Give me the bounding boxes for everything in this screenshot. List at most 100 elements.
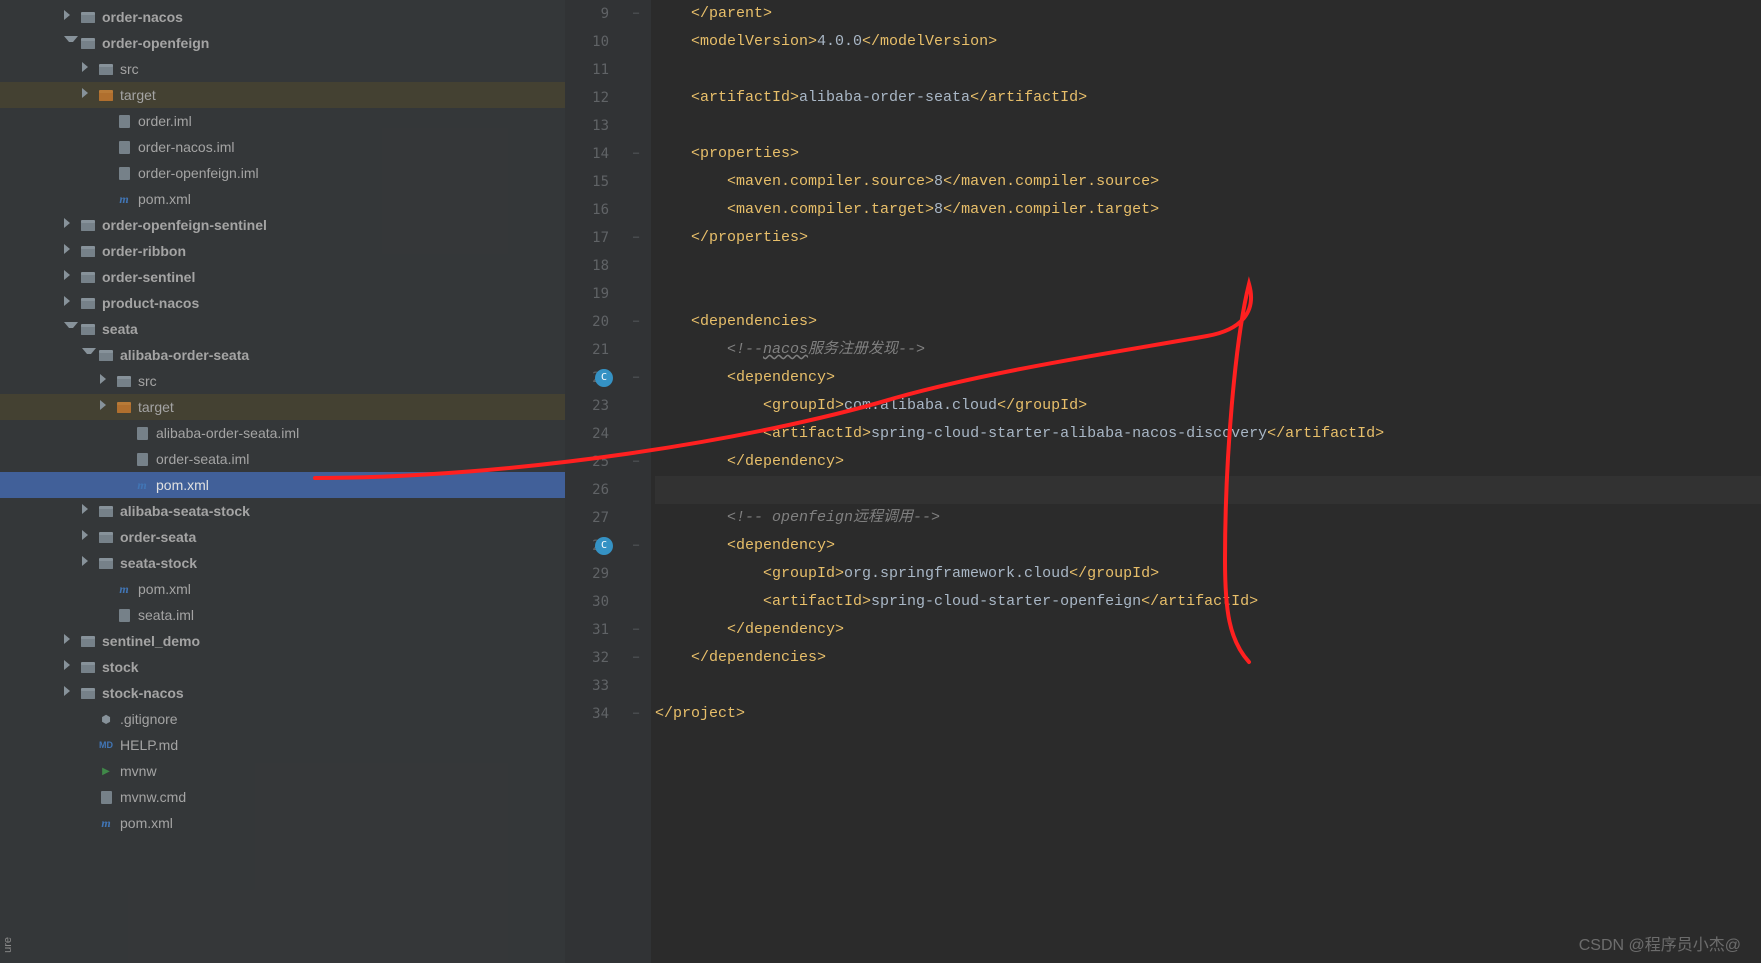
code-line[interactable]: </dependency> [655, 448, 1761, 476]
tree-item-label: seata.iml [138, 607, 194, 623]
tree-item-target[interactable]: target [0, 82, 565, 108]
chevron-right-icon[interactable] [64, 634, 78, 648]
fold-toggle-icon[interactable]: – [629, 231, 643, 245]
line-number: 24 [565, 420, 625, 448]
code-line[interactable] [655, 280, 1761, 308]
fold-toggle-icon[interactable]: – [629, 651, 643, 665]
fold-toggle-icon[interactable]: – [629, 623, 643, 637]
chevron-down-icon[interactable] [82, 348, 96, 362]
fold-toggle-icon[interactable]: – [629, 707, 643, 721]
tree-item-stock-nacos[interactable]: stock-nacos [0, 680, 565, 706]
code-line[interactable] [655, 112, 1761, 140]
code-line[interactable] [655, 56, 1761, 84]
chevron-right-icon[interactable] [100, 400, 114, 414]
code-line[interactable]: <dependency> [655, 364, 1761, 392]
tree-item-stock[interactable]: stock [0, 654, 565, 680]
script-icon [98, 763, 114, 779]
code-line[interactable]: <artifactId>spring-cloud-starter-alibaba… [655, 420, 1761, 448]
tree-item-label: mvnw.cmd [120, 789, 186, 805]
tree-item-src[interactable]: src [0, 368, 565, 394]
tree-item--gitignore[interactable]: .gitignore [0, 706, 565, 732]
tree-item-alibaba-seata-stock[interactable]: alibaba-seata-stock [0, 498, 565, 524]
code-line[interactable]: <dependency> [655, 532, 1761, 560]
chevron-right-icon[interactable] [64, 10, 78, 24]
tree-item-label: target [138, 399, 174, 415]
chevron-right-icon[interactable] [82, 556, 96, 570]
chevron-right-icon[interactable] [64, 296, 78, 310]
tree-item-product-nacos[interactable]: product-nacos [0, 290, 565, 316]
fold-toggle-icon[interactable]: – [629, 539, 643, 553]
tree-item-help-md[interactable]: HELP.md [0, 732, 565, 758]
tree-item-order-seata[interactable]: order-seata [0, 524, 565, 550]
tree-item-mvnw[interactable]: mvnw [0, 758, 565, 784]
fold-toggle-icon[interactable]: – [629, 7, 643, 21]
code-line[interactable]: <artifactId>spring-cloud-starter-openfei… [655, 588, 1761, 616]
code-line[interactable]: <properties> [655, 140, 1761, 168]
code-line[interactable]: <!-- openfeign远程调用--> [655, 504, 1761, 532]
tree-item-seata-iml[interactable]: seata.iml [0, 602, 565, 628]
code-content[interactable]: </parent> <modelVersion>4.0.0</modelVers… [651, 0, 1761, 963]
tree-item-order-seata-iml[interactable]: order-seata.iml [0, 446, 565, 472]
chevron-right-icon[interactable] [82, 88, 96, 102]
tree-item-order-sentinel[interactable]: order-sentinel [0, 264, 565, 290]
tree-item-sentinel-demo[interactable]: sentinel_demo [0, 628, 565, 654]
code-line[interactable] [655, 476, 1761, 504]
tree-item-order-ribbon[interactable]: order-ribbon [0, 238, 565, 264]
fold-toggle-icon[interactable]: – [629, 455, 643, 469]
tree-item-order-openfeign-sentinel[interactable]: order-openfeign-sentinel [0, 212, 565, 238]
gutter-action-icon[interactable]: C [595, 537, 613, 555]
chevron-right-icon[interactable] [82, 504, 96, 518]
tree-item-src[interactable]: src [0, 56, 565, 82]
tree-item-order-nacos-iml[interactable]: order-nacos.iml [0, 134, 565, 160]
code-line[interactable]: <modelVersion>4.0.0</modelVersion> [655, 28, 1761, 56]
code-line[interactable]: <artifactId>alibaba-order-seata</artifac… [655, 84, 1761, 112]
chevron-right-icon[interactable] [64, 244, 78, 258]
tree-item-pom-xml[interactable]: pom.xml [0, 472, 565, 498]
tree-item-order-nacos[interactable]: order-nacos [0, 4, 565, 30]
tree-item-pom-xml[interactable]: pom.xml [0, 576, 565, 602]
chevron-right-icon[interactable] [64, 660, 78, 674]
line-number: 10 [565, 28, 625, 56]
chevron-down-icon[interactable] [64, 36, 78, 50]
code-line[interactable]: <groupId>org.springframework.cloud</grou… [655, 560, 1761, 588]
code-line[interactable]: </dependency> [655, 616, 1761, 644]
code-line[interactable]: </parent> [655, 0, 1761, 28]
tree-item-order-openfeign[interactable]: order-openfeign [0, 30, 565, 56]
fold-toggle-icon[interactable]: – [629, 315, 643, 329]
tree-item-order-iml[interactable]: order.iml [0, 108, 565, 134]
code-line[interactable] [655, 672, 1761, 700]
tree-item-pom-xml[interactable]: pom.xml [0, 810, 565, 836]
code-line[interactable]: <!--nacos服务注册发现--> [655, 336, 1761, 364]
gutter-action-icon[interactable]: C [595, 369, 613, 387]
chevron-right-icon[interactable] [64, 218, 78, 232]
chevron-right-icon[interactable] [64, 686, 78, 700]
tree-item-target[interactable]: target [0, 394, 565, 420]
tree-item-seata-stock[interactable]: seata-stock [0, 550, 565, 576]
fold-toggle-icon[interactable]: – [629, 147, 643, 161]
project-tree[interactable]: order-nacosorder-openfeignsrctargetorder… [0, 0, 565, 963]
line-number: 11 [565, 56, 625, 84]
chevron-right-icon[interactable] [64, 270, 78, 284]
tree-item-mvnw-cmd[interactable]: mvnw.cmd [0, 784, 565, 810]
code-line[interactable]: <maven.compiler.source>8</maven.compiler… [655, 168, 1761, 196]
fold-column[interactable]: ––––C––C–––– [625, 0, 651, 963]
code-line[interactable]: </project> [655, 700, 1761, 728]
tree-item-order-openfeign-iml[interactable]: order-openfeign.iml [0, 160, 565, 186]
chevron-right-icon[interactable] [100, 374, 114, 388]
tree-item-seata[interactable]: seata [0, 316, 565, 342]
chevron-down-icon[interactable] [64, 322, 78, 336]
code-line[interactable]: <dependencies> [655, 308, 1761, 336]
tree-item-alibaba-order-seata[interactable]: alibaba-order-seata [0, 342, 565, 368]
folder-icon [80, 295, 96, 311]
chevron-right-icon[interactable] [82, 530, 96, 544]
code-line[interactable]: </properties> [655, 224, 1761, 252]
tree-item-pom-xml[interactable]: pom.xml [0, 186, 565, 212]
fold-toggle-icon[interactable]: – [629, 371, 643, 385]
code-line[interactable]: <maven.compiler.target>8</maven.compiler… [655, 196, 1761, 224]
code-line[interactable]: </dependencies> [655, 644, 1761, 672]
tree-item-alibaba-order-seata-iml[interactable]: alibaba-order-seata.iml [0, 420, 565, 446]
code-line[interactable]: <groupId>com.alibaba.cloud</groupId> [655, 392, 1761, 420]
code-line[interactable] [655, 252, 1761, 280]
folder-icon [80, 269, 96, 285]
chevron-right-icon[interactable] [82, 62, 96, 76]
